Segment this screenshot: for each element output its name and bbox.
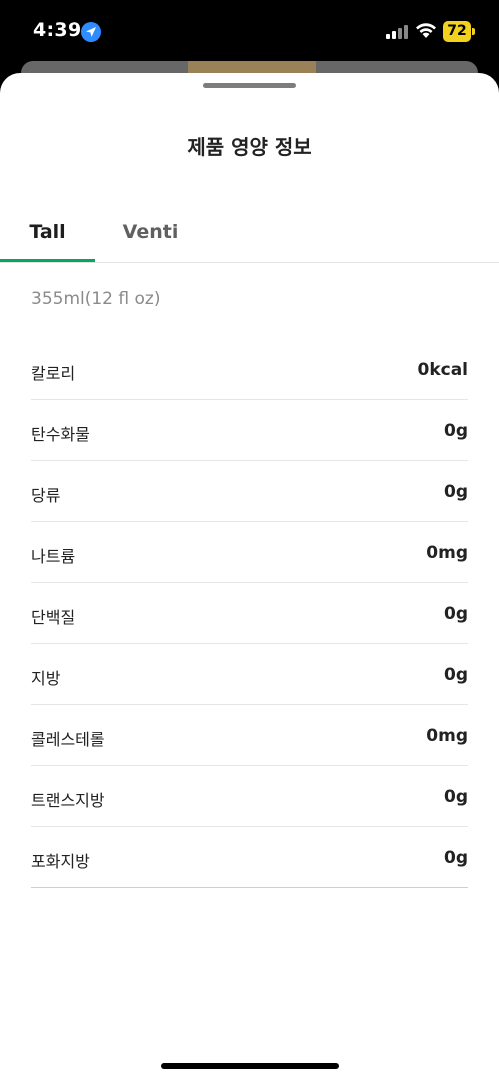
nutrient-name: 당류 <box>31 486 61 505</box>
nutrient-value: 0g <box>444 421 468 441</box>
tab-tall[interactable]: Tall <box>0 201 95 262</box>
nutrition-list: 칼로리 0kcal 탄수화물 0g 당류 0g 나트륨 0mg 단백질 0g 지… <box>31 339 468 888</box>
nutrient-value: 0g <box>444 604 468 624</box>
nutrition-row-fat: 지방 0g <box>31 644 468 705</box>
nutrition-row-saturated-fat: 포화지방 0g <box>31 827 468 887</box>
signal-icon <box>386 25 408 39</box>
nutrition-row-sugars: 당류 0g <box>31 461 468 522</box>
nutrition-row-cholesterol: 콜레스테롤 0mg <box>31 705 468 766</box>
nutrition-row-protein: 단백질 0g <box>31 583 468 644</box>
nutrient-value: 0g <box>444 787 468 807</box>
nutrient-name: 단백질 <box>31 608 76 627</box>
nutrient-value: 0kcal <box>417 360 468 380</box>
nutrient-name: 포화지방 <box>31 852 90 871</box>
status-bar: 4:39 72 <box>0 0 499 64</box>
sheet-title: 제품 영양 정보 <box>187 135 312 159</box>
wifi-icon <box>414 20 438 40</box>
nutrition-row-trans-fat: 트랜스지방 0g <box>31 766 468 827</box>
nutrition-row-carbohydrates: 탄수화물 0g <box>31 400 468 461</box>
tab-venti[interactable]: Venti <box>103 201 198 262</box>
battery-level: 72 <box>443 21 471 42</box>
nutrient-name: 지방 <box>31 669 61 688</box>
nutrient-name: 나트륨 <box>31 547 76 566</box>
serving-size: 355ml(12 fl oz) <box>31 289 161 309</box>
status-time: 4:39 <box>33 19 82 41</box>
nutrient-name: 탄수화물 <box>31 425 90 444</box>
battery-cap <box>472 28 475 35</box>
nutrient-value: 0mg <box>426 726 468 746</box>
sheet-grabber-handle[interactable] <box>203 83 296 88</box>
nutrient-value: 0g <box>444 665 468 685</box>
nutrient-name: 콜레스테롤 <box>31 730 105 749</box>
nutrition-sheet: 제품 영양 정보 Tall Venti 355ml(12 fl oz) 칼로리 … <box>0 73 499 1080</box>
nutrient-value: 0g <box>444 482 468 502</box>
home-indicator[interactable] <box>161 1063 339 1069</box>
nutrient-name: 트랜스지방 <box>31 791 105 810</box>
nutrient-value: 0g <box>444 848 468 868</box>
location-arrow-icon <box>81 22 101 42</box>
nutrient-value: 0mg <box>426 543 468 563</box>
battery-icon: 72 <box>443 21 475 42</box>
size-tabs: Tall Venti <box>0 201 499 263</box>
nutrition-row-sodium: 나트륨 0mg <box>31 522 468 583</box>
nutrition-row-calories: 칼로리 0kcal <box>31 339 468 400</box>
nutrient-name: 칼로리 <box>31 364 76 383</box>
